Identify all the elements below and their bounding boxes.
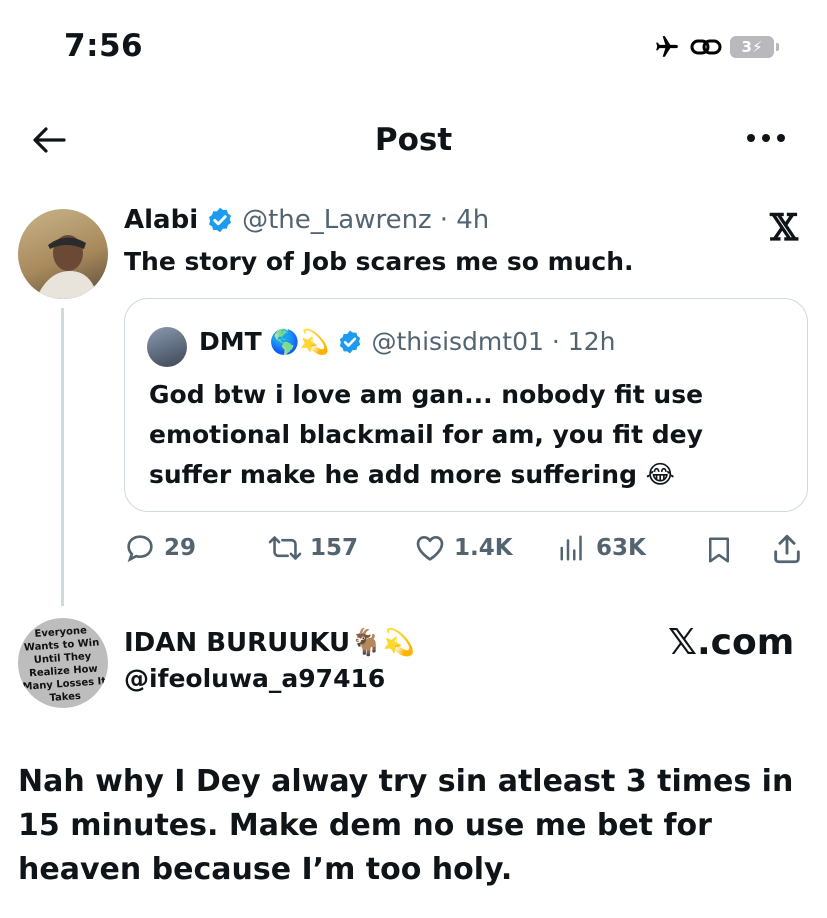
- page-title: Post: [374, 122, 453, 158]
- user-handle[interactable]: @ifeoluwa_a97416: [124, 664, 385, 693]
- status-icons: 3 ⚡: [652, 34, 779, 60]
- quote-avatar: [147, 327, 187, 367]
- body-text: Nah why I Dey alway try sin atleast 3 ti…: [18, 764, 794, 887]
- person-photo-icon: [36, 235, 98, 299]
- x-logo-icon: 𝕏: [770, 207, 798, 249]
- x-com-watermark: 𝕏.com: [668, 622, 795, 663]
- avatar[interactable]: Everyone Wants to Win Until They Realize…: [18, 618, 108, 708]
- reply-button[interactable]: 29: [124, 532, 196, 564]
- tweet-actions: 29 157 1.4K 63K: [124, 528, 814, 568]
- reply-icon: [127, 535, 153, 563]
- reply-count: 29: [164, 535, 197, 561]
- thread-line: [61, 308, 64, 606]
- heart-icon: [416, 536, 444, 561]
- share-icon[interactable]: [770, 532, 804, 566]
- repost-count: 157: [310, 535, 359, 561]
- battery-indicator: 3 ⚡: [730, 36, 779, 58]
- quote-time: · 12h: [551, 327, 616, 356]
- tweet-author-row: Alabi @the_Lawrenz · 4h: [124, 205, 489, 235]
- quote-author-handle: @thisisdmt01: [371, 327, 544, 356]
- like-button[interactable]: 1.4K: [414, 532, 513, 564]
- avatar-caption: Everyone Wants to Win Until They Realize…: [22, 625, 107, 705]
- tweet-text: The story of Job scares me so much.: [124, 247, 634, 276]
- airplane-icon: [656, 36, 678, 57]
- quote-author-emojis: 🌎💫: [269, 327, 330, 356]
- author-handle[interactable]: @the_Lawrenz: [242, 205, 432, 235]
- quote-author-row: DMT 🌎💫 @thisisdmt01 · 12h: [199, 327, 615, 356]
- views-count: 63K: [596, 535, 646, 561]
- verified-badge-icon: [209, 207, 232, 233]
- quote-text: God btw i love am gan... nobody fit use …: [149, 380, 704, 489]
- like-count: 1.4K: [454, 535, 513, 561]
- user-name[interactable]: IDAN BURUUKU🐐💫: [124, 628, 415, 658]
- link-icon: [690, 39, 722, 55]
- quote-author-name: DMT: [199, 327, 262, 356]
- views-button[interactable]: 63K: [558, 532, 646, 564]
- author-name[interactable]: Alabi: [124, 205, 198, 235]
- repost-button[interactable]: 157: [268, 532, 358, 564]
- more-options-icon[interactable]: [744, 128, 788, 148]
- tweet-time: · 4h: [439, 205, 490, 235]
- quoted-tweet-card[interactable]: DMT 🌎💫 @thisisdmt01 · 12h God btw i love…: [124, 298, 808, 512]
- verified-badge-icon: [340, 330, 361, 353]
- status-time: 7:56: [64, 28, 144, 64]
- bookmark-icon[interactable]: [704, 534, 734, 566]
- analytics-icon: [560, 535, 582, 561]
- repost-icon: [268, 536, 302, 560]
- avatar[interactable]: [18, 209, 108, 299]
